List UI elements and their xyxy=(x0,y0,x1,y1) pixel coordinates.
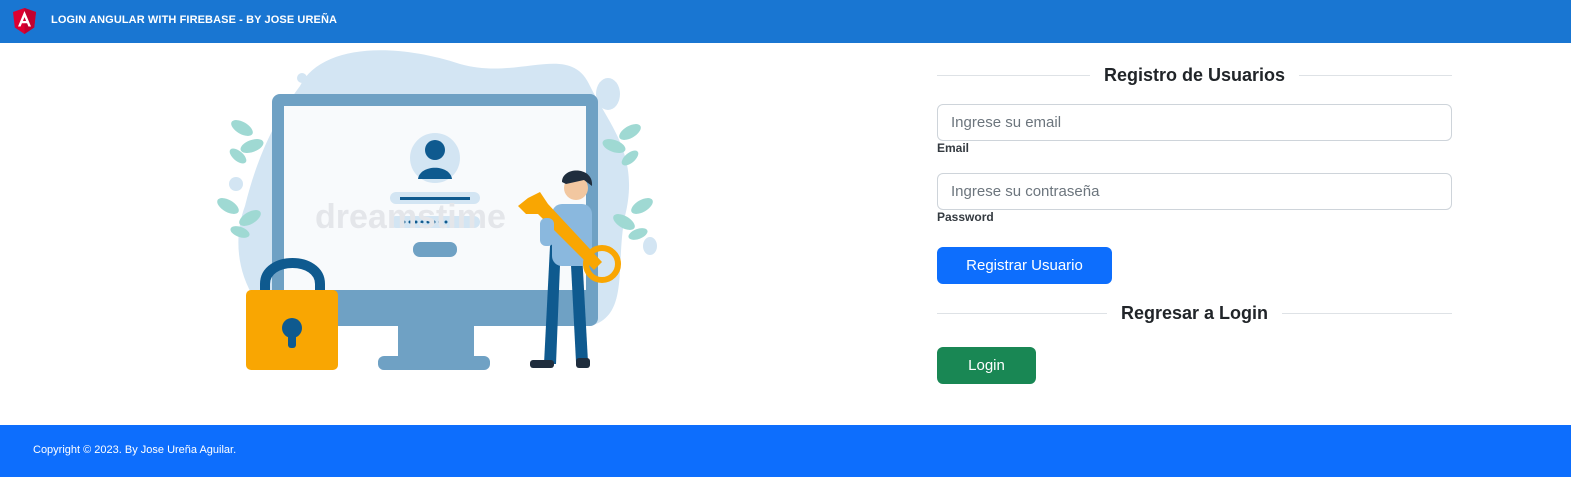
computer-login-key-illustration: dreamstime xyxy=(217,50,657,370)
login-button[interactable]: Login xyxy=(937,347,1036,384)
email-label: Email xyxy=(937,141,970,155)
register-heading: Registro de Usuarios xyxy=(937,60,1453,90)
email-input[interactable] xyxy=(937,104,1452,141)
copyright-text: Copyright © 2023. By Jose Ureña Aguilar. xyxy=(33,444,237,456)
register-user-button[interactable]: Registrar Usuario xyxy=(937,247,1112,284)
angular-logo-icon[interactable] xyxy=(13,8,36,34)
divider-line xyxy=(1282,312,1453,314)
top-navbar: LOGIN ANGULAR WITH FIREBASE - BY JOSE UR… xyxy=(0,0,1571,43)
divider-line xyxy=(937,312,1107,314)
divider-line xyxy=(1299,74,1453,76)
divider-line xyxy=(937,74,1090,76)
watermark-text: dreamstime xyxy=(315,198,506,236)
back-to-login-heading: Regresar a Login xyxy=(937,298,1453,328)
back-to-login-title: Regresar a Login xyxy=(1120,302,1269,323)
app-title[interactable]: LOGIN ANGULAR WITH FIREBASE - BY JOSE UR… xyxy=(51,14,337,26)
password-label: Password xyxy=(937,210,994,224)
footer: Copyright © 2023. By Jose Ureña Aguilar. xyxy=(0,425,1571,477)
register-title: Registro de Usuarios xyxy=(1103,64,1286,85)
password-input[interactable] xyxy=(937,173,1452,210)
